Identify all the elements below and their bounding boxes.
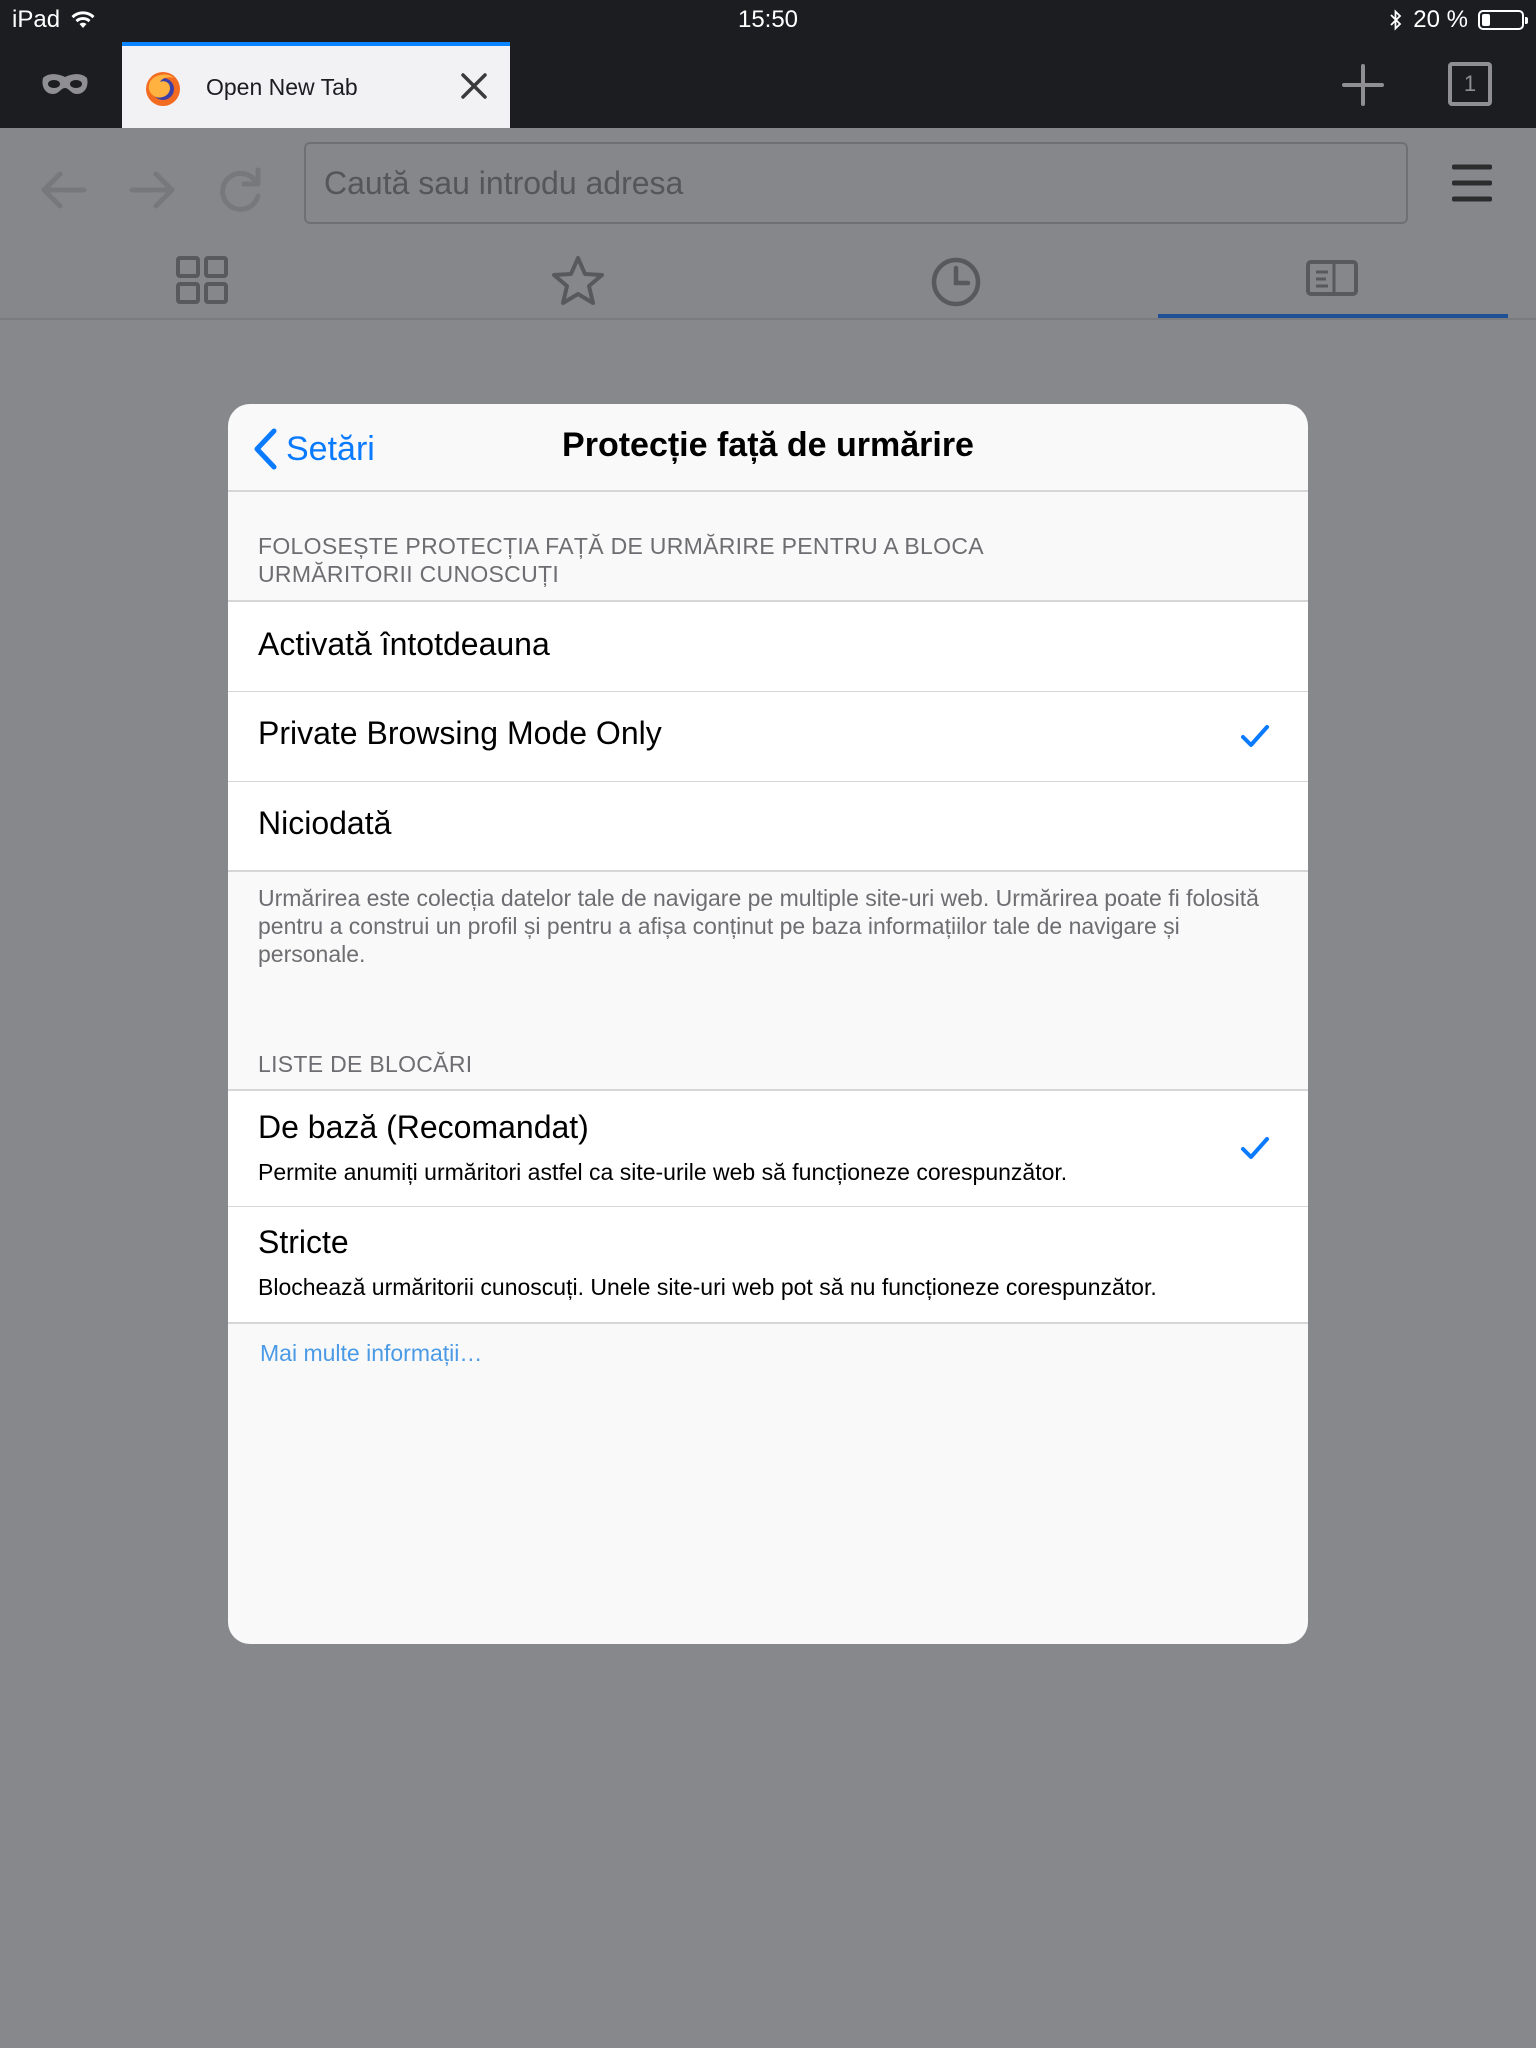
tabs-count-button[interactable]: 1	[1448, 62, 1492, 106]
blocklist-section-header: LISTE DE BLOCĂRI	[258, 1051, 473, 1077]
private-mask-icon	[42, 74, 88, 94]
battery-percent: 20 %	[1413, 6, 1468, 33]
selected-home-tab-indicator	[1158, 314, 1508, 318]
option-label: Stricte	[258, 1224, 349, 1260]
reload-icon[interactable]	[212, 162, 268, 218]
status-bar: iPad 15:50 20 %	[0, 0, 1536, 42]
blocklist-options-group: De bază (Recomandat) Permite anumiți urm…	[228, 1089, 1308, 1324]
tab-strip: Open New Tab 1	[0, 42, 1536, 128]
tracking-protection-modal: Setări Protecție față de urmărire FOLOSE…	[228, 404, 1308, 1644]
option-description: Permite anumiți urmăritori astfel ca sit…	[258, 1159, 1068, 1185]
option-description: Blochează urmăritorii cunoscuți. Unele s…	[258, 1274, 1157, 1300]
blocklist-option-basic[interactable]: De bază (Recomandat) Permite anumiți urm…	[228, 1091, 1308, 1206]
browser-toolbar: Caută sau introdu adresa	[0, 128, 1536, 320]
back-arrow-icon[interactable]	[36, 162, 92, 218]
browser-tab[interactable]: Open New Tab	[122, 42, 510, 128]
option-label: Niciodată	[258, 805, 392, 841]
bookmarks-star-icon[interactable]	[546, 252, 610, 312]
forward-arrow-icon[interactable]	[124, 162, 180, 218]
history-clock-icon[interactable]	[924, 252, 988, 312]
reading-list-icon[interactable]	[1300, 252, 1364, 312]
private-mode-button[interactable]	[30, 62, 100, 106]
option-label: Activată întotdeauna	[258, 626, 550, 662]
option-label: Private Browsing Mode Only	[258, 715, 662, 751]
new-tab-plus-icon[interactable]	[1338, 60, 1388, 110]
hamburger-menu-icon[interactable]	[1452, 162, 1492, 204]
tracking-option-always[interactable]: Activată întotdeauna	[228, 602, 1308, 691]
blocklist-option-strict[interactable]: Stricte Blochează urmăritorii cunoscuți.…	[228, 1206, 1308, 1322]
tab-title: Open New Tab	[206, 74, 358, 100]
battery-fill	[1482, 14, 1490, 26]
modal-title: Protecție față de urmărire	[562, 426, 974, 464]
tracking-explanation: Urmărirea este colecția datelor tale de …	[258, 885, 1259, 967]
bluetooth-icon	[1390, 9, 1402, 31]
tracking-option-never[interactable]: Niciodată	[228, 781, 1308, 870]
tracking-option-private-only[interactable]: Private Browsing Mode Only	[228, 691, 1308, 781]
checkmark-icon	[1241, 1137, 1269, 1159]
close-tab-icon[interactable]	[456, 68, 492, 104]
url-bar-input[interactable]: Caută sau introdu adresa	[304, 142, 1408, 224]
tracking-options-group: Activată întotdeauna Private Browsing Mo…	[228, 600, 1308, 872]
status-right: 20 %	[1389, 6, 1528, 34]
more-info-link[interactable]: Mai multe informații…	[260, 1340, 482, 1367]
battery-icon	[1478, 10, 1528, 30]
status-time: 15:50	[737, 6, 799, 33]
firefox-logo-icon	[146, 72, 180, 106]
tracking-section-header: FOLOSEȘTE PROTECȚIA FAȚĂ DE URMĂRIRE PEN…	[258, 533, 983, 587]
option-label: De bază (Recomandat)	[258, 1109, 589, 1145]
modal-header: Setări Protecție față de urmărire	[228, 404, 1308, 492]
top-sites-grid-icon[interactable]	[170, 252, 234, 312]
checkmark-icon	[1241, 725, 1269, 747]
